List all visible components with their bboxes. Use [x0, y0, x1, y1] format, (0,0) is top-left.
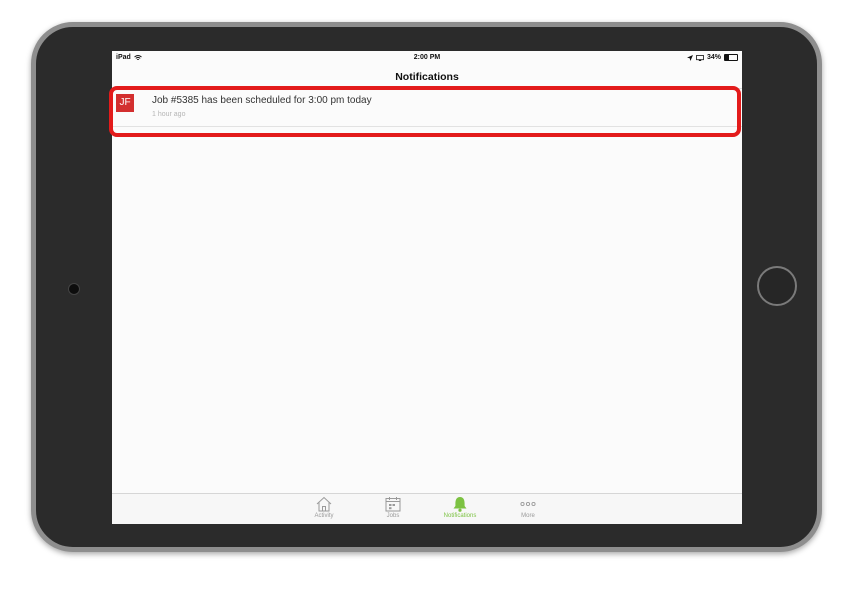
more-dots-icon: [520, 501, 536, 507]
location-arrow-icon: [686, 54, 693, 61]
tab-jobs[interactable]: Jobs: [368, 496, 418, 519]
tab-bar: Activity Jobs Notifications More: [112, 493, 742, 524]
battery-icon: [724, 54, 738, 61]
tab-label: Activity: [314, 513, 334, 519]
home-icon: [316, 496, 332, 512]
tab-activity[interactable]: Activity: [299, 496, 349, 519]
battery-percent: 34%: [706, 54, 721, 61]
page-title: Notifications: [395, 71, 459, 83]
calendar-icon: [385, 497, 401, 512]
status-time: 2:00 PM: [413, 54, 441, 61]
tab-label: Jobs: [386, 513, 400, 519]
bell-icon: [453, 497, 467, 512]
tab-notifications[interactable]: Notifications: [435, 496, 485, 519]
home-button[interactable]: [757, 266, 797, 306]
tab-label: More: [521, 513, 535, 519]
screen-mirroring-icon: [696, 54, 704, 61]
front-camera: [68, 283, 80, 295]
tab-label: Notifications: [443, 513, 477, 519]
highlight-annotation: [109, 86, 741, 137]
tab-more[interactable]: More: [503, 496, 553, 519]
status-bar: iPad 2:00 PM 34%: [112, 51, 742, 65]
battery-level-fill: [725, 55, 730, 60]
